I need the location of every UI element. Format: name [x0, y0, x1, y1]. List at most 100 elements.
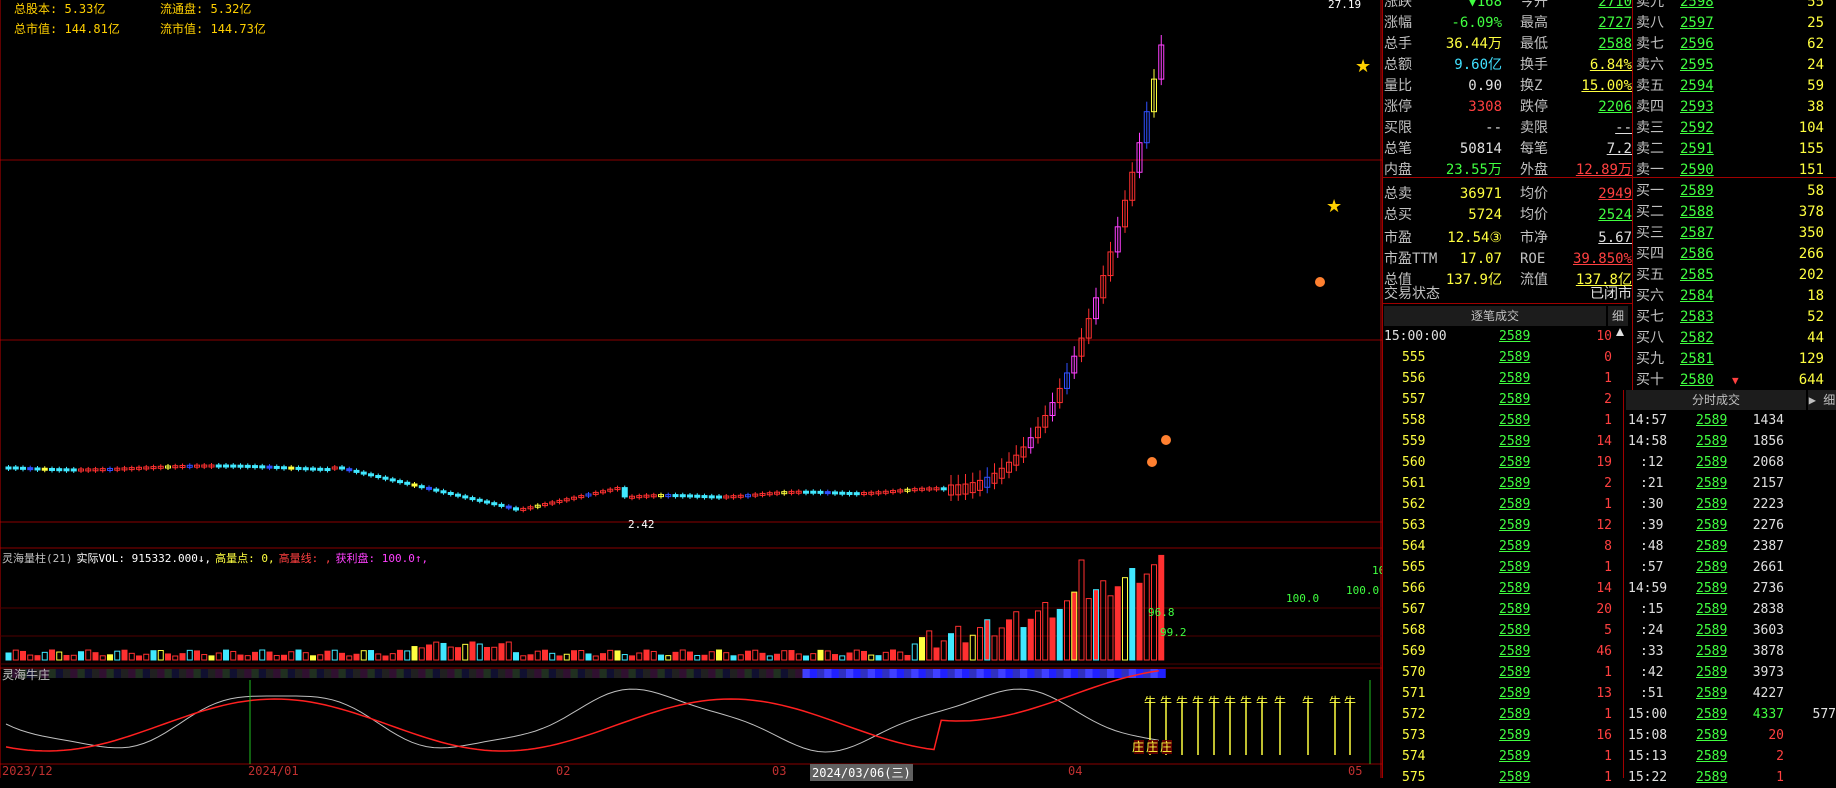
order-volume: 44 — [1807, 330, 1824, 346]
volume-bar — [346, 655, 353, 661]
bull-marker-label: 牛 — [1176, 694, 1188, 709]
signal-strip — [947, 669, 956, 678]
volume-bar — [34, 655, 41, 661]
order-book-row[interactable]: 卖六 2595 24 — [1636, 55, 1832, 76]
minute-panel-title[interactable]: 分时成交 — [1626, 390, 1806, 410]
minute-detail-button[interactable]: ▶ 细 — [1808, 390, 1836, 410]
signal-strip — [403, 669, 412, 678]
order-book-row[interactable]: 卖二 2591 155 — [1636, 139, 1832, 160]
zhuang-marker-label: 庄 — [1132, 739, 1144, 754]
volume-bar — [803, 655, 809, 661]
signal-strip — [374, 669, 383, 678]
tick-row: 561 2589 2 — [1384, 473, 1612, 494]
signal-strip — [193, 669, 202, 678]
tick-row: 573 2589 16 — [1384, 725, 1612, 746]
signal-strip — [316, 669, 325, 678]
order-book-row[interactable]: 买九 2581 129 — [1636, 349, 1832, 370]
signal-strip — [1063, 669, 1072, 678]
order-book-row[interactable]: 买七 2583 52 — [1636, 307, 1832, 328]
stat-row: 市盈TTM 17.07 ROE 39.850% — [1384, 249, 1632, 270]
signal-strip — [237, 669, 245, 678]
candle-body — [853, 492, 860, 496]
signal-strip — [904, 669, 912, 678]
minute-time: :48 — [1640, 539, 1664, 554]
stat-label: 市盈 — [1384, 230, 1412, 246]
tick-price: 2589 — [1499, 392, 1531, 407]
scroll-up-icon[interactable] — [1616, 328, 1624, 336]
minute-volume: 1434 — [1752, 413, 1784, 428]
order-price: 2592 — [1680, 120, 1714, 136]
kline-chart[interactable]: ★★27.192.4296.899.2100.0100.010牛牛牛牛牛牛牛牛牛… — [0, 0, 1382, 778]
minute-volume: 3878 — [1752, 644, 1784, 659]
volume-bar — [658, 654, 664, 661]
order-book-row[interactable]: 卖七 2596 62 — [1636, 34, 1832, 55]
stat-value: 2524 — [1598, 207, 1632, 223]
order-book-row[interactable]: 买四 2586 266 — [1636, 244, 1832, 265]
stat-label: 市盈TTM — [1384, 251, 1438, 267]
order-book-row[interactable]: 买十 2580 644 ▼ — [1636, 370, 1832, 391]
minute-price: 2589 — [1696, 644, 1728, 659]
order-book-row[interactable]: 卖四 2593 38 — [1636, 97, 1832, 118]
candle-body — [281, 466, 287, 470]
candle-body — [404, 481, 411, 485]
order-book-row[interactable]: 卖三 2592 104 — [1636, 118, 1832, 139]
candle-body — [346, 468, 353, 472]
signal-strip — [1099, 669, 1108, 678]
volume-bar — [542, 649, 548, 661]
minute-row: :12 2589 2068 — [1626, 452, 1836, 473]
tick-row: 567 2589 20 — [1384, 599, 1612, 620]
volume-bar — [353, 653, 360, 661]
stat-value: 17.07 — [1459, 251, 1502, 267]
stat-value: -6.09% — [1451, 15, 1502, 31]
signal-strip — [679, 669, 688, 678]
signal-strip — [599, 669, 608, 678]
star-marker-icon: ★ — [1326, 196, 1342, 217]
order-price: 2598 — [1680, 0, 1714, 10]
order-book-row[interactable]: 卖八 2597 25 — [1636, 13, 1832, 34]
tick-row: 562 2589 1 — [1384, 494, 1612, 515]
volume-bar — [230, 650, 237, 661]
order-book-row[interactable]: 买五 2585 202 — [1636, 265, 1832, 286]
tick-detail-button[interactable]: 细 — [1608, 306, 1628, 326]
tick-panel-title[interactable]: 逐笔成交 — [1384, 306, 1606, 326]
volume-bar — [766, 655, 773, 661]
order-book-row[interactable]: 买一 2589 58 — [1636, 181, 1832, 202]
volume-bar — [513, 652, 519, 661]
signal-strip — [1005, 669, 1014, 678]
candle-body — [679, 494, 686, 498]
total-mktcap: 总市值: 144.81亿 — [14, 22, 120, 36]
order-book-row[interactable]: 买三 2587 350 — [1636, 223, 1832, 244]
volume-bar — [969, 634, 976, 661]
tick-volume: 8 — [1604, 539, 1612, 554]
tick-volume: 12 — [1596, 518, 1612, 533]
tick-row: 557 2589 2 — [1384, 389, 1612, 410]
minute-volume: 3973 — [1752, 665, 1784, 680]
volume-bar — [41, 651, 48, 661]
order-book-row[interactable]: 卖九 2598 55 — [1636, 0, 1832, 13]
order-level: 买四 — [1636, 246, 1664, 262]
order-book-row[interactable]: 买八 2582 44 — [1636, 328, 1832, 349]
volume-bar — [861, 650, 867, 661]
signal-strip — [1012, 669, 1021, 678]
volume-bar — [984, 619, 991, 661]
signal-strip — [577, 669, 586, 678]
stat-value: 6.84% — [1589, 57, 1632, 73]
volume-bar — [172, 655, 179, 661]
stat-row: 涨幅 -6.09% 最高 2727 — [1384, 13, 1632, 34]
minute-volume: 3603 — [1752, 623, 1784, 638]
candle-body — [397, 480, 403, 484]
signal-strip — [686, 669, 695, 678]
signal-strip — [77, 669, 86, 678]
candle-body — [339, 466, 345, 470]
chart-pane[interactable]: ★ ★ 27.19 2.42 96.8 99.2 100.0 100.0 10 牛牛牛牛牛牛牛牛牛… — [0, 0, 1382, 781]
candle-body — [353, 469, 360, 473]
candle-body — [215, 464, 222, 468]
signal-strip — [200, 669, 209, 678]
date-label: 2023/12 — [2, 764, 53, 778]
order-book-row[interactable]: 买二 2588 378 — [1636, 202, 1832, 223]
signal-strip — [563, 669, 572, 678]
order-level: 卖七 — [1636, 36, 1664, 52]
order-book-row[interactable]: 买六 2584 18 — [1636, 286, 1832, 307]
volume-bar — [788, 650, 795, 661]
order-book-row[interactable]: 卖五 2594 59 — [1636, 76, 1832, 97]
